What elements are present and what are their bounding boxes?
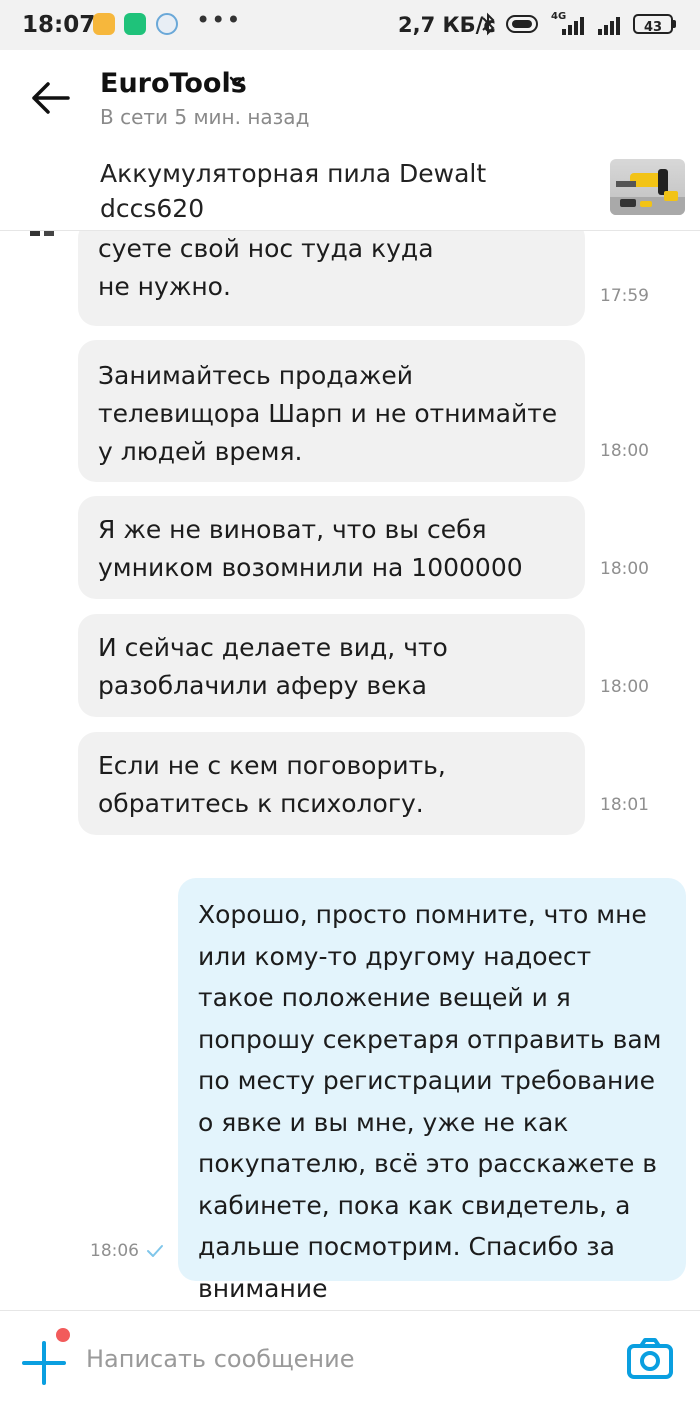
saw-image-icon: [610, 169, 685, 215]
notes-app-icon: [93, 13, 115, 35]
plus-icon[interactable]: [22, 1341, 66, 1385]
message-time: 18:00: [600, 441, 649, 461]
message-text: Если не с кем поговорить, обратитесь к п…: [98, 751, 446, 818]
message-text: суете свой нос туда куда не нужно.: [98, 234, 434, 301]
message-incoming[interactable]: суете свой нос туда куда не нужно.: [78, 230, 585, 326]
chevron-down-icon[interactable]: [228, 72, 246, 90]
signal-icon: [562, 17, 584, 35]
product-thumbnail[interactable]: [610, 159, 685, 215]
sender-avatar-icon: [30, 230, 54, 236]
toggle-icon: [506, 15, 538, 33]
message-incoming[interactable]: Занимайтесь продажей телевищора Шарп и н…: [78, 340, 585, 482]
chat-header: EuroTools В сети 5 мин. назад: [0, 50, 700, 143]
message-incoming[interactable]: Если не с кем поговорить, обратитесь к п…: [78, 732, 585, 835]
contact-name[interactable]: EuroTools: [100, 68, 247, 99]
back-arrow-icon[interactable]: [30, 80, 70, 116]
message-time: 18:01: [600, 795, 649, 815]
more-notifications-icon: •••: [196, 6, 242, 34]
read-check-icon: [147, 1245, 163, 1257]
message-incoming[interactable]: Я же не виноват, что вы себя умником воз…: [78, 496, 585, 599]
notification-dot: [56, 1328, 70, 1342]
message-time: 17:59: [600, 286, 649, 306]
battery-icon: 43: [633, 14, 673, 35]
browser-app-icon: [156, 13, 178, 35]
status-time: 18:07: [22, 12, 96, 38]
message-time: 18:06: [90, 1241, 139, 1261]
message-text: Я же не виноват, что вы себя умником воз…: [98, 515, 523, 582]
message-input[interactable]: [86, 1341, 586, 1377]
camera-icon[interactable]: [626, 1337, 674, 1381]
message-text: Хорошо, просто помните, что мне или кому…: [198, 900, 662, 1303]
message-text: Занимайтесь продажей телевищора Шарп и н…: [98, 361, 558, 466]
battery-tip: [673, 20, 676, 28]
message-time: 18:00: [600, 559, 649, 579]
contact-status: В сети 5 мин. назад: [100, 105, 310, 129]
status-bar: 18:07 ••• 2,7 КБ/с 4G 43: [0, 0, 700, 50]
message-outgoing[interactable]: Хорошо, просто помните, что мне или кому…: [178, 878, 686, 1303]
shield-app-icon: [124, 13, 146, 35]
message-time: 18:00: [600, 677, 649, 697]
message-incoming[interactable]: И сейчас делаете вид, что разоблачили аф…: [78, 614, 585, 717]
product-card[interactable]: Аккумуляторная пила Dewalt dccs620: [0, 142, 700, 231]
message-text: И сейчас делаете вид, что разоблачили аф…: [98, 633, 448, 700]
signal-icon-2: [598, 17, 620, 35]
battery-level: 43: [643, 20, 663, 35]
message-composer: [0, 1310, 700, 1401]
bluetooth-icon: [482, 12, 495, 36]
product-title[interactable]: Аккумуляторная пила Dewalt dccs620: [100, 156, 520, 226]
message-list[interactable]: суете свой нос туда куда не нужно. 17:59…: [0, 230, 700, 1310]
